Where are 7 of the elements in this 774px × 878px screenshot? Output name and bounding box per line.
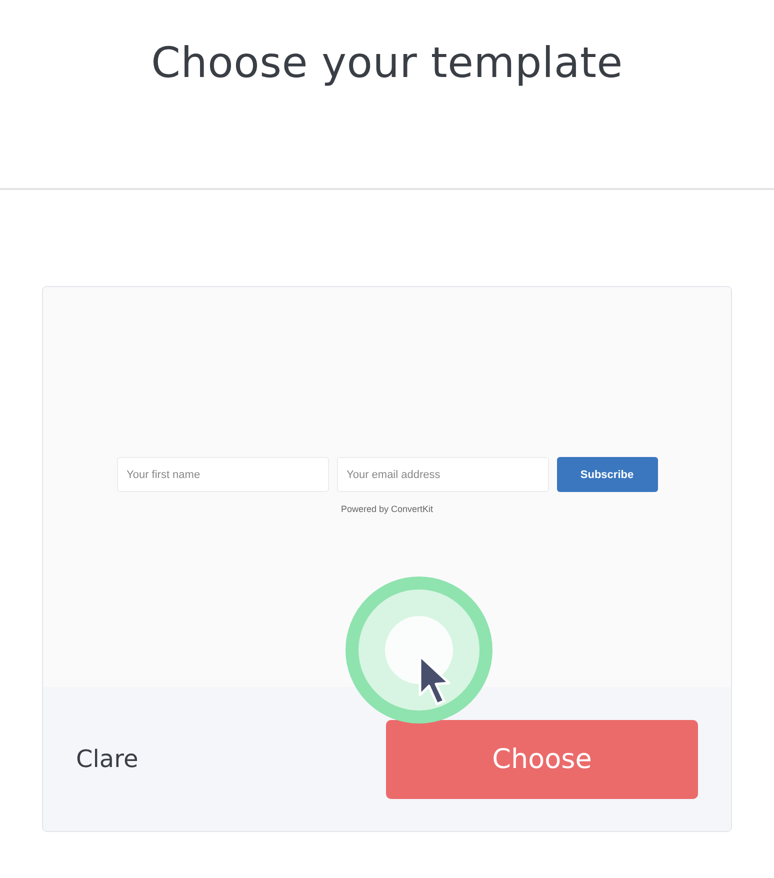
powered-by-text: Powered by ConvertKit [340, 504, 434, 514]
subscribe-button[interactable]: Subscribe [556, 457, 658, 492]
choose-button[interactable]: Choose [386, 720, 698, 798]
template-name: Clare [76, 745, 138, 773]
page-title: Choose your template [151, 38, 623, 89]
input-field[interactable]: Your first name [116, 457, 328, 492]
input-field[interactable]: Your email address [336, 457, 548, 492]
